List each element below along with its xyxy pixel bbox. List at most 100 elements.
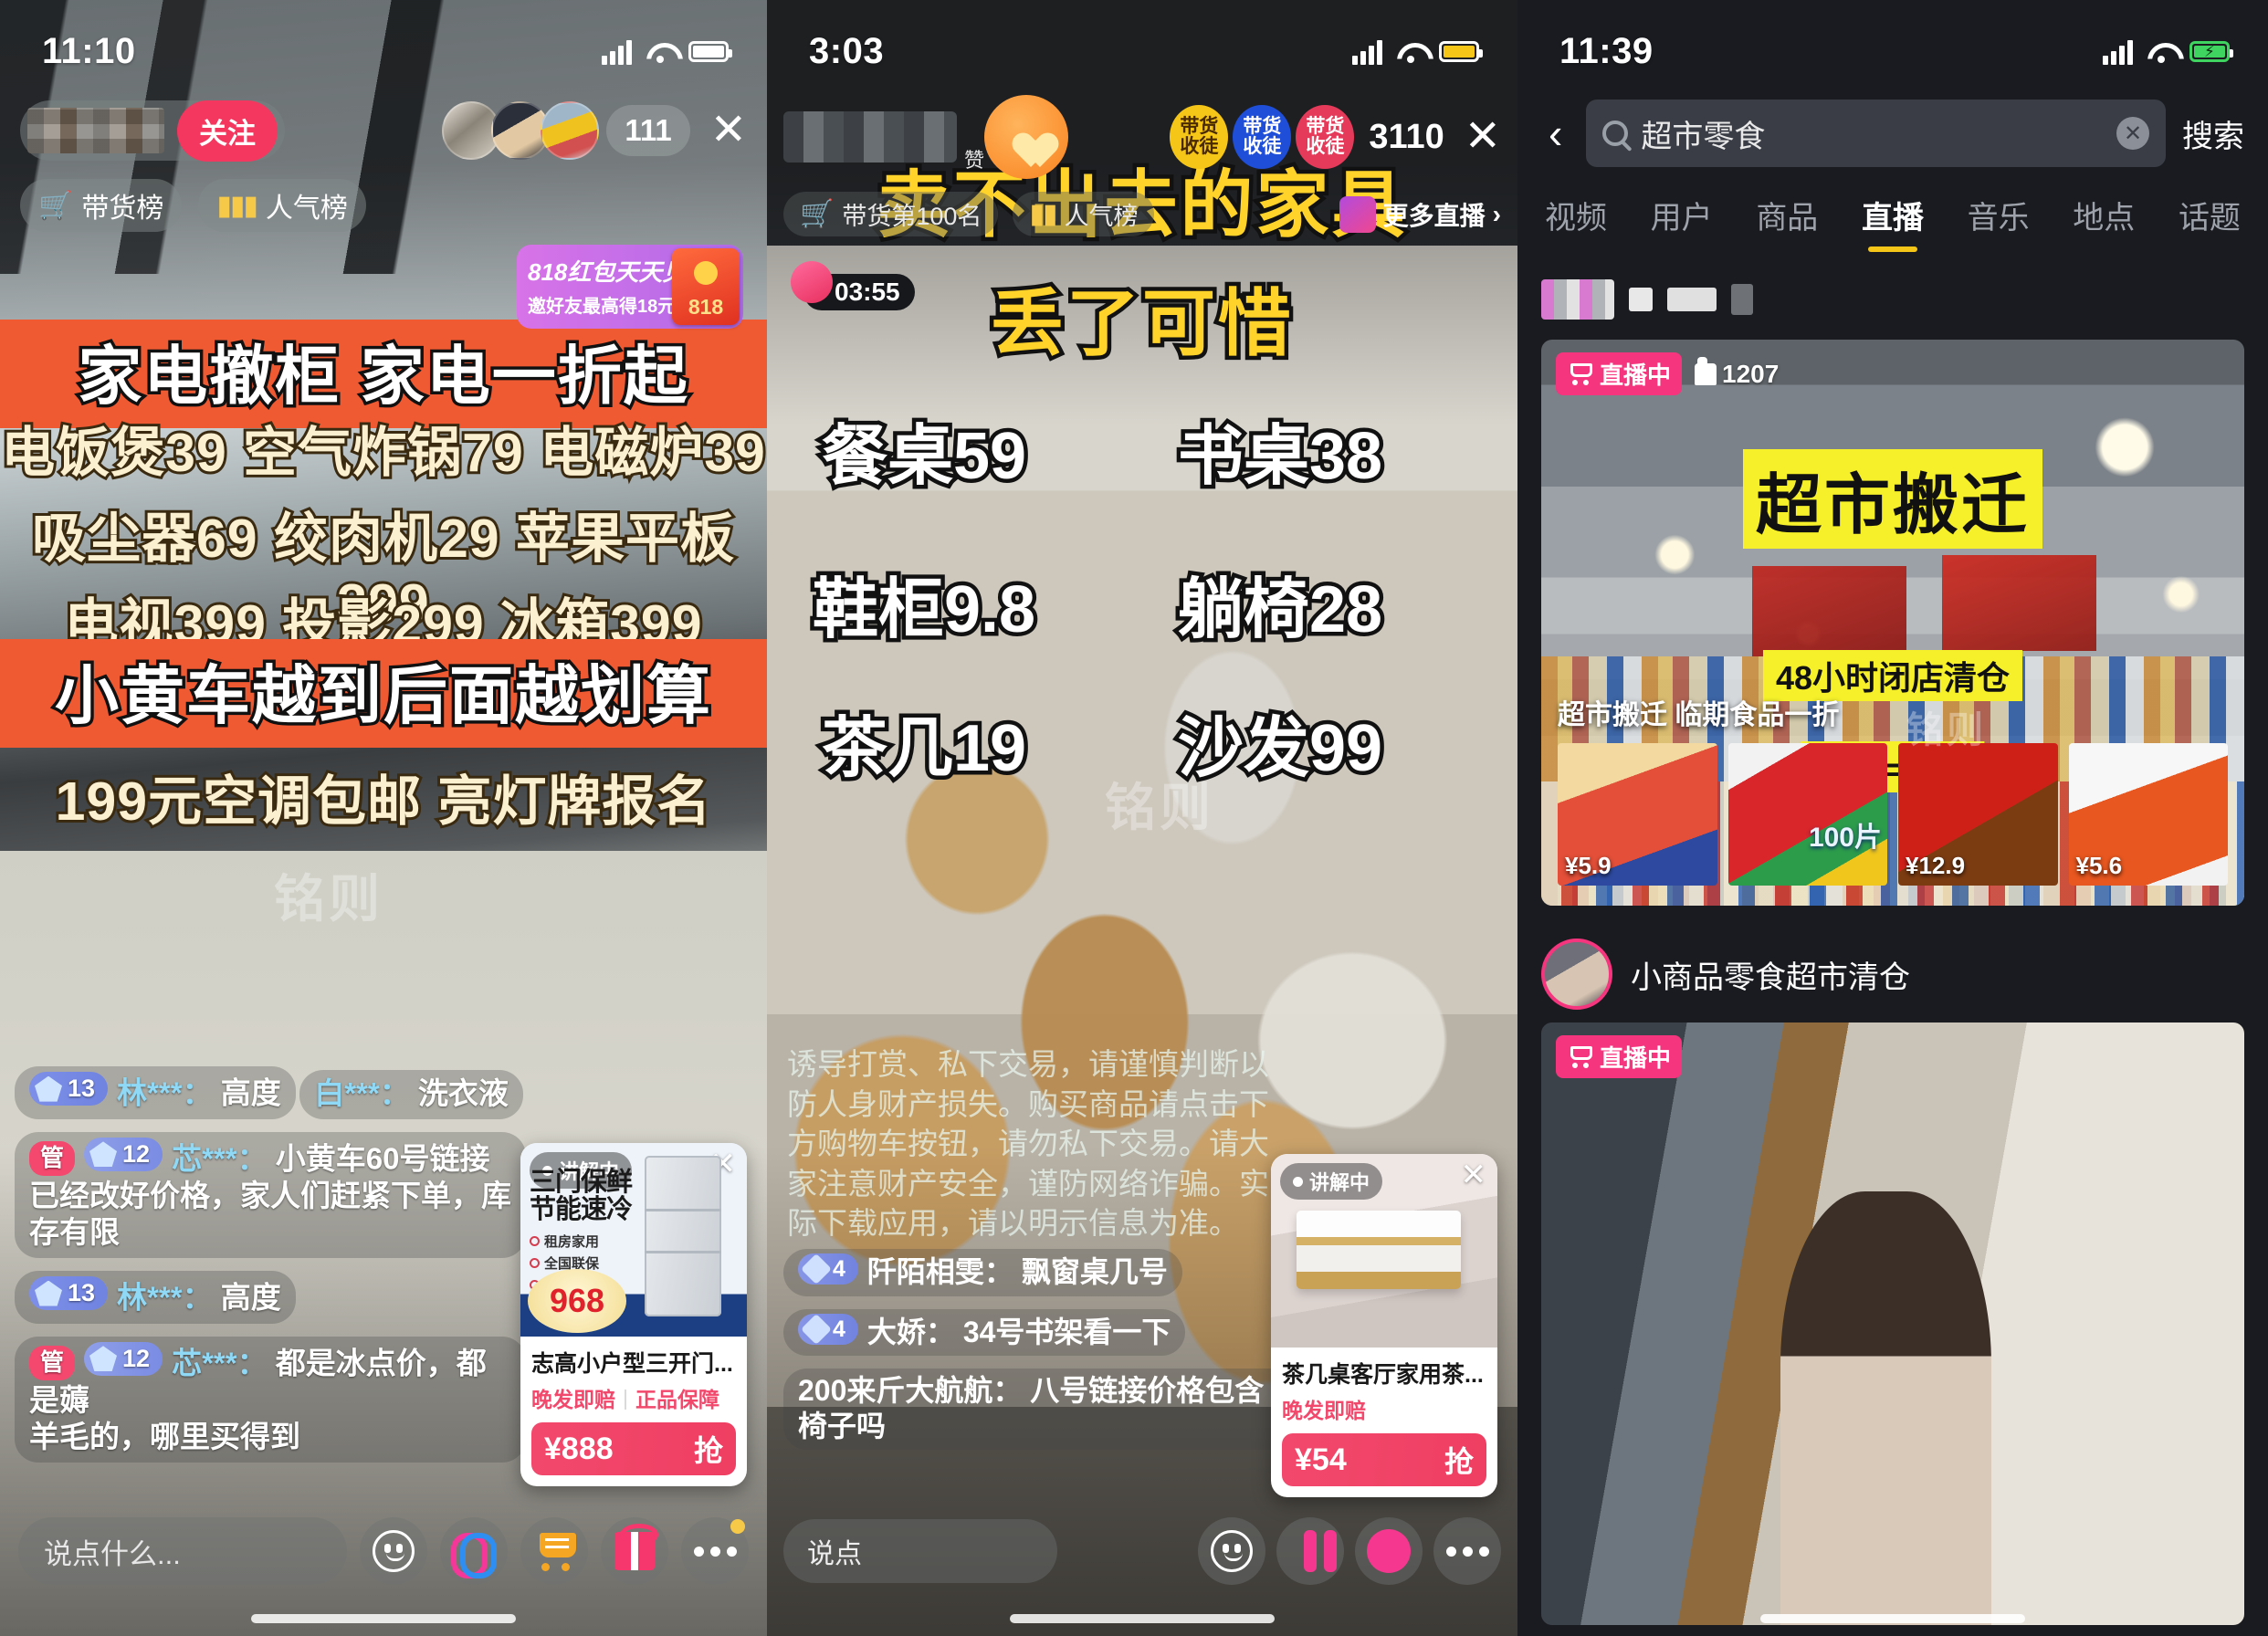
- rank-badge-renqi[interactable]: ▮▮ 人气榜: [1013, 192, 1155, 236]
- avatar[interactable]: [1541, 939, 1612, 1010]
- promo-818-banner[interactable]: 818红包天天见 邀好友最高得18元 818: [517, 245, 743, 329]
- product-image: 讲解中 ✕: [1271, 1154, 1497, 1348]
- buy-button[interactable]: ¥888 抢: [531, 1422, 736, 1475]
- like-heart-icon[interactable]: 赞: [964, 95, 1068, 179]
- chat-message-list-1[interactable]: 13 林***： 高度 白***： 洗衣液 管 12 芯***： 小黄车60号链接 已…: [15, 1066, 526, 1475]
- rank-badge-daihuo-100[interactable]: 🛒 带货第100名: [783, 192, 999, 236]
- admin-badge: 管: [29, 1346, 76, 1380]
- comment-input[interactable]: 说点: [783, 1519, 1057, 1583]
- tag-authentic: 正品保障: [635, 1388, 719, 1411]
- status-bar-1: 11:10: [0, 0, 767, 87]
- status-clock: 11:10: [42, 31, 136, 71]
- tab-music[interactable]: 音乐: [1960, 187, 2037, 252]
- emoji-icon[interactable]: [360, 1517, 427, 1585]
- chat-message-list-2[interactable]: 4 阡陌相雯： 飘窗桌几号 4 大娇： 34号书架看一下 200来斤大航航： 八号链…: [783, 1249, 1295, 1463]
- status-bar-2: 3:03: [767, 0, 1517, 87]
- search-button[interactable]: 搜索: [2182, 111, 2244, 156]
- tab-live[interactable]: 直播: [1854, 187, 1931, 252]
- close-icon[interactable]: ✕: [1461, 1159, 1487, 1190]
- clear-icon[interactable]: ✕: [2116, 117, 2149, 150]
- daihuo-badge[interactable]: 带货 收徒: [1233, 105, 1292, 169]
- cart-icon: [1567, 362, 1592, 385]
- tab-product[interactable]: 商品: [1748, 187, 1825, 252]
- link-icon[interactable]: [440, 1517, 508, 1585]
- live-result-card[interactable]: 直播中 1207 超市搬迁 48小时闭店清仓 10元=10件 铭则 超市搬迁 临…: [1541, 340, 2244, 906]
- signal-icon: [602, 39, 632, 65]
- rank-badge-renqi[interactable]: ▮▮▮ 人气榜: [198, 179, 366, 232]
- emoji-icon[interactable]: [1198, 1517, 1265, 1585]
- gift-icon[interactable]: [601, 1517, 668, 1585]
- safety-notice: 诱导打赏、私下交易，请谨慎判断以防人身财产损失。购买商品请点击下方购物车按钮，请…: [787, 1047, 1269, 1241]
- search-input[interactable]: 超市零食 ✕: [1586, 100, 2166, 167]
- more-icon[interactable]: [681, 1517, 749, 1585]
- fridge-illustration: [645, 1156, 721, 1316]
- chat-text: 高度: [220, 1280, 281, 1315]
- host-info-pill[interactable]: 关注: [20, 100, 285, 162]
- level-badge: 4: [798, 1253, 858, 1285]
- search-results-live-panel: 11:39 ⚡ ‹ 超市零食 ✕ 搜索 视频 用户 商品 直播 音乐 地点 话题: [1517, 0, 2268, 1636]
- status-clock: 11:39: [1559, 31, 1654, 71]
- product-price: ¥5.6: [2075, 852, 2123, 879]
- more-live-button[interactable]: 更多直播 ›: [1339, 195, 1501, 233]
- product-thumbnail[interactable]: ¥5.9: [1558, 743, 1717, 886]
- result-user-row[interactable]: [1541, 279, 1753, 320]
- buy-label: 抢: [1444, 1445, 1474, 1478]
- status-icons: [1352, 39, 1483, 65]
- daihuo-badge[interactable]: 带货 收徒: [1296, 105, 1355, 169]
- product-thumbnail[interactable]: ¥5.6: [2068, 743, 2228, 886]
- product-title: 茶几桌客厅家用茶...: [1282, 1362, 1484, 1388]
- chat-username: 芯***：: [172, 1346, 268, 1380]
- daihuo-badge[interactable]: 带货 收徒: [1170, 105, 1229, 169]
- cart-icon[interactable]: [520, 1517, 588, 1585]
- more-icon[interactable]: [1433, 1517, 1501, 1585]
- back-chevron-icon[interactable]: ‹: [1541, 112, 1570, 154]
- product-tags: 晚发即赔 | 正品保障: [531, 1382, 736, 1413]
- live-result-card-2[interactable]: 直播中: [1541, 1022, 2244, 1625]
- guitar-icon[interactable]: [1276, 1517, 1344, 1585]
- cart-icon: 🛒: [800, 199, 835, 229]
- chat-text: 小黄车60号链接: [275, 1141, 490, 1176]
- comment-placeholder: 说点: [807, 1539, 862, 1569]
- buy-button[interactable]: ¥54 抢: [1282, 1433, 1486, 1486]
- price-overlay: 躺椅28: [1173, 570, 1386, 651]
- tab-video[interactable]: 视频: [1538, 187, 1614, 252]
- chat-username: 白***：: [314, 1075, 410, 1110]
- follow-button[interactable]: 关注: [177, 100, 278, 162]
- comment-input[interactable]: 说点什么...: [18, 1517, 347, 1585]
- product-card-coffee-table[interactable]: 讲解中 ✕ 茶几桌客厅家用茶... 晚发即赔 ¥54 抢: [1271, 1154, 1497, 1497]
- tab-location[interactable]: 地点: [2065, 187, 2142, 252]
- chat-message: 管 12 芯***： 都是冰点价，都是薅 羊毛的，哪里买得到: [15, 1336, 526, 1463]
- viewer-count[interactable]: 3110: [1369, 118, 1444, 157]
- rank-badge-daihuo[interactable]: 🛒 带货榜: [20, 179, 183, 232]
- heart-icon[interactable]: [1355, 1517, 1423, 1585]
- viewer-count[interactable]: 111: [606, 105, 690, 156]
- product-thumbnail-strip[interactable]: ¥5.9 100片 ¥12.9 ¥5.6: [1558, 743, 2228, 886]
- avatar[interactable]: [541, 101, 600, 160]
- battery-charging-icon: ⚡: [2189, 41, 2233, 62]
- overlay-headline: 超市搬迁: [1742, 449, 2043, 549]
- chevron-right-icon: ›: [1492, 199, 1501, 228]
- host-header-row-2: 赞 带货 收徒 带货 收徒 带货 收徒 3110 ✕: [783, 95, 1501, 179]
- viewer-avatars[interactable]: [442, 101, 600, 160]
- price-badge: 968: [528, 1269, 626, 1333]
- level-badge: 12: [84, 1341, 163, 1376]
- tag-late-ship: 晚发即赔: [1282, 1399, 1366, 1422]
- chat-text: 高度: [220, 1075, 281, 1110]
- tab-topic[interactable]: 话题: [2171, 187, 2248, 252]
- chat-text: 34号书架看一下: [962, 1315, 1171, 1348]
- rank-label: 人气榜: [1064, 203, 1139, 230]
- search-icon: [1602, 121, 1629, 146]
- host-name-mosaic: [27, 108, 164, 153]
- product-thumbnail[interactable]: 100片: [1727, 743, 1887, 886]
- result-account-row[interactable]: 小商品零食超市清仓: [1541, 939, 1910, 1010]
- tab-user[interactable]: 用户: [1643, 187, 1720, 252]
- product-card-fridge[interactable]: 讲解中 ✕ 三门保鲜 节能速冷 租房家用 全国联保 送货上门 968 志高小户型…: [520, 1143, 747, 1486]
- mosaic-block: [1629, 288, 1653, 311]
- search-bar-row: ‹ 超市零食 ✕ 搜索: [1517, 88, 2268, 179]
- product-thumbnail[interactable]: ¥12.9: [1898, 743, 2058, 886]
- daihuo-badges[interactable]: 带货 收徒 带货 收徒 带货 收徒: [1170, 105, 1355, 169]
- host-name-mosaic: [783, 111, 957, 163]
- search-tabs: 视频 用户 商品 直播 音乐 地点 话题: [1517, 179, 2268, 259]
- close-icon[interactable]: ✕: [710, 109, 747, 152]
- close-icon[interactable]: ✕: [1465, 115, 1501, 159]
